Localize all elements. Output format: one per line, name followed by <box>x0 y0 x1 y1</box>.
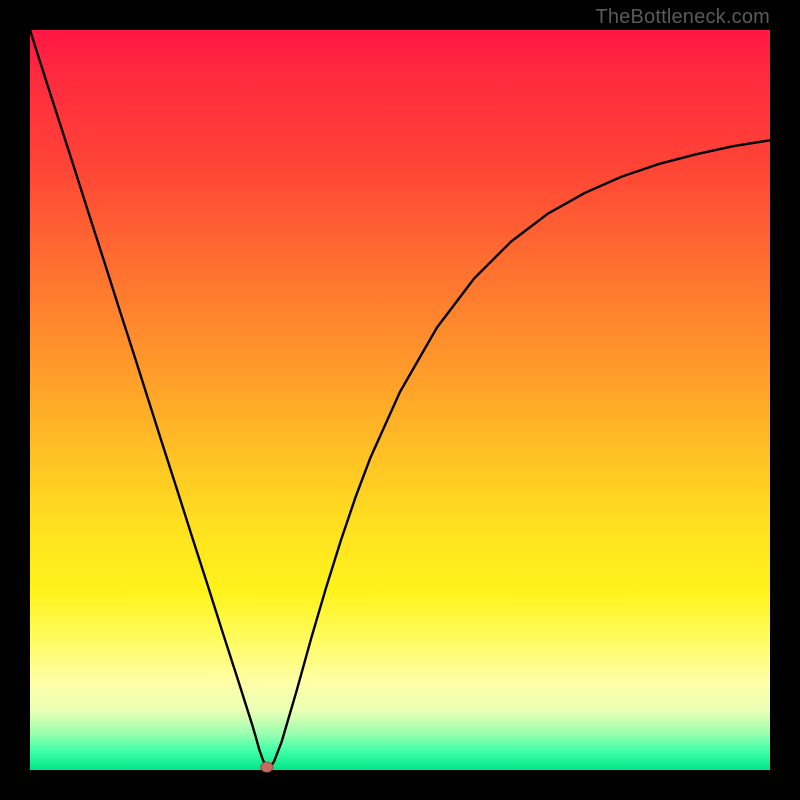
chart-frame: TheBottleneck.com <box>0 0 800 800</box>
optimum-marker <box>261 762 273 772</box>
bottleneck-curve-svg <box>30 30 770 770</box>
bottleneck-curve <box>30 30 770 767</box>
watermark-label: TheBottleneck.com <box>595 6 770 29</box>
plot-area <box>30 30 770 770</box>
